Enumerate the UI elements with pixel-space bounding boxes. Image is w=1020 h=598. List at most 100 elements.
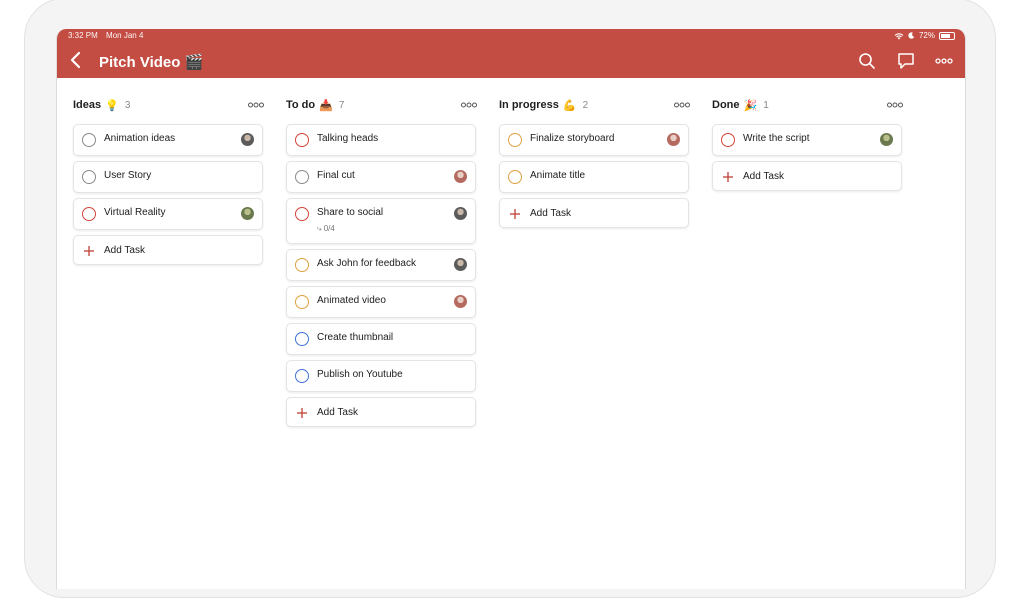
- task-card[interactable]: Animated video: [286, 286, 476, 318]
- add-task-button[interactable]: Add Task: [499, 198, 689, 228]
- add-task-label: Add Task: [743, 171, 784, 182]
- task-card[interactable]: Virtual Reality: [73, 198, 263, 230]
- back-chevron-icon[interactable]: [69, 51, 83, 69]
- column-title: Ideas: [73, 99, 102, 111]
- board-column: To do 📥 7 Talking heads Final cut Share to so…: [286, 97, 478, 427]
- task-title: Share to social: [317, 207, 384, 218]
- task-title: Animated video: [317, 295, 386, 306]
- subtask-count: 0/4: [323, 224, 335, 233]
- plus-icon: [510, 209, 520, 219]
- add-task-label: Add Task: [530, 208, 571, 219]
- add-task-button[interactable]: Add Task: [286, 397, 476, 427]
- assignee-avatar: [454, 207, 467, 220]
- column-count: 7: [338, 99, 345, 111]
- task-card[interactable]: Talking heads: [286, 124, 476, 156]
- column-more-icon[interactable]: [247, 97, 265, 113]
- task-checkbox[interactable]: [82, 170, 96, 184]
- task-title: Animation ideas: [104, 133, 176, 144]
- more-options-icon[interactable]: [934, 51, 954, 71]
- task-card[interactable]: Animate title: [499, 161, 689, 193]
- task-checkbox[interactable]: [508, 133, 522, 147]
- task-card[interactable]: Write the script: [712, 124, 902, 156]
- add-task-button[interactable]: Add Task: [712, 161, 902, 191]
- column-title: Done: [712, 99, 740, 111]
- task-title: Write the script: [743, 133, 810, 144]
- board-column: In progress 💪 2 Finalize storyboard Animate …: [499, 97, 691, 228]
- board-column: Ideas 💡 3 Animation ideas User Story Virtual …: [73, 97, 265, 265]
- task-card[interactable]: User Story: [73, 161, 263, 193]
- project-title: Pitch Video 🎬: [99, 54, 204, 71]
- battery-percent: 72%: [918, 31, 935, 40]
- battery-icon: [939, 31, 955, 40]
- column-emoji: 🎉: [743, 99, 758, 112]
- column-emoji: 📥: [319, 99, 333, 112]
- task-title: Final cut: [317, 170, 355, 181]
- column-more-icon[interactable]: [886, 97, 904, 113]
- task-title: Animate title: [530, 170, 586, 181]
- task-checkbox[interactable]: [295, 332, 309, 346]
- subtask-progress: ⤷ 0/4: [317, 224, 335, 234]
- task-title: Virtual Reality: [104, 207, 166, 218]
- column-count: 3: [124, 99, 131, 111]
- task-checkbox[interactable]: [295, 258, 309, 272]
- assignee-avatar: [667, 133, 680, 146]
- task-card[interactable]: Finalize storyboard: [499, 124, 689, 156]
- wifi-icon: [894, 32, 904, 39]
- task-card[interactable]: Publish on Youtube: [286, 360, 476, 392]
- column-emoji: 💪: [562, 99, 577, 112]
- task-checkbox[interactable]: [82, 207, 96, 221]
- board-column: Done 🎉 1 Write the script Add Task: [712, 97, 904, 191]
- column-emoji: 💡: [105, 99, 119, 112]
- column-count: 1: [763, 99, 769, 111]
- task-card[interactable]: Share to social ⤷ 0/4: [286, 198, 476, 244]
- plus-icon: [723, 172, 733, 182]
- task-card[interactable]: Final cut: [286, 161, 476, 193]
- assignee-avatar: [241, 207, 254, 220]
- top-bar: 3:32 PM Mon Jan 4 72% Pitch Video 🎬: [57, 29, 965, 78]
- task-checkbox[interactable]: [295, 207, 309, 221]
- add-task-button[interactable]: Add Task: [73, 235, 263, 265]
- task-title: Create thumbnail: [317, 332, 394, 343]
- assignee-avatar: [454, 295, 467, 308]
- column-header: Done 🎉 1: [712, 97, 904, 113]
- column-more-icon[interactable]: [673, 97, 691, 113]
- column-header: To do 📥 7: [286, 97, 478, 113]
- status-date: Mon Jan 4: [106, 31, 144, 40]
- task-checkbox[interactable]: [721, 133, 735, 147]
- task-checkbox[interactable]: [295, 170, 309, 184]
- search-icon[interactable]: [857, 51, 877, 71]
- task-card[interactable]: Create thumbnail: [286, 323, 476, 355]
- plus-icon: [297, 408, 307, 418]
- task-checkbox[interactable]: [508, 170, 522, 184]
- status-bar: 3:32 PM Mon Jan 4: [68, 31, 149, 40]
- task-checkbox[interactable]: [295, 295, 309, 309]
- task-title: Finalize storyboard: [530, 133, 615, 144]
- status-time: 3:32 PM: [68, 31, 98, 40]
- task-checkbox[interactable]: [82, 133, 96, 147]
- task-title: Publish on Youtube: [317, 369, 403, 380]
- column-title: To do: [286, 99, 316, 111]
- assignee-avatar: [880, 133, 893, 146]
- app-screen: 3:32 PM Mon Jan 4 72% Pitch Video 🎬 Idea…: [56, 29, 966, 589]
- moon-icon: [908, 32, 915, 39]
- add-task-label: Add Task: [104, 245, 145, 256]
- comment-icon[interactable]: [896, 51, 916, 71]
- task-card[interactable]: Ask John for feedback: [286, 249, 476, 281]
- add-task-label: Add Task: [317, 407, 358, 418]
- assignee-avatar: [454, 258, 467, 271]
- column-title: In progress: [499, 99, 559, 111]
- task-checkbox[interactable]: [295, 369, 309, 383]
- task-title: User Story: [104, 170, 152, 181]
- task-title: Ask John for feedback: [317, 258, 416, 269]
- task-title: Talking heads: [317, 133, 379, 144]
- column-header: In progress 💪 2: [499, 97, 691, 113]
- assignee-avatar: [454, 170, 467, 183]
- column-more-icon[interactable]: [460, 97, 478, 113]
- task-checkbox[interactable]: [295, 133, 309, 147]
- column-count: 2: [582, 99, 589, 111]
- subtask-icon: ⤷: [317, 224, 324, 233]
- task-card[interactable]: Animation ideas: [73, 124, 263, 156]
- plus-icon: [84, 246, 94, 256]
- column-header: Ideas 💡 3: [73, 97, 265, 113]
- assignee-avatar: [241, 133, 254, 146]
